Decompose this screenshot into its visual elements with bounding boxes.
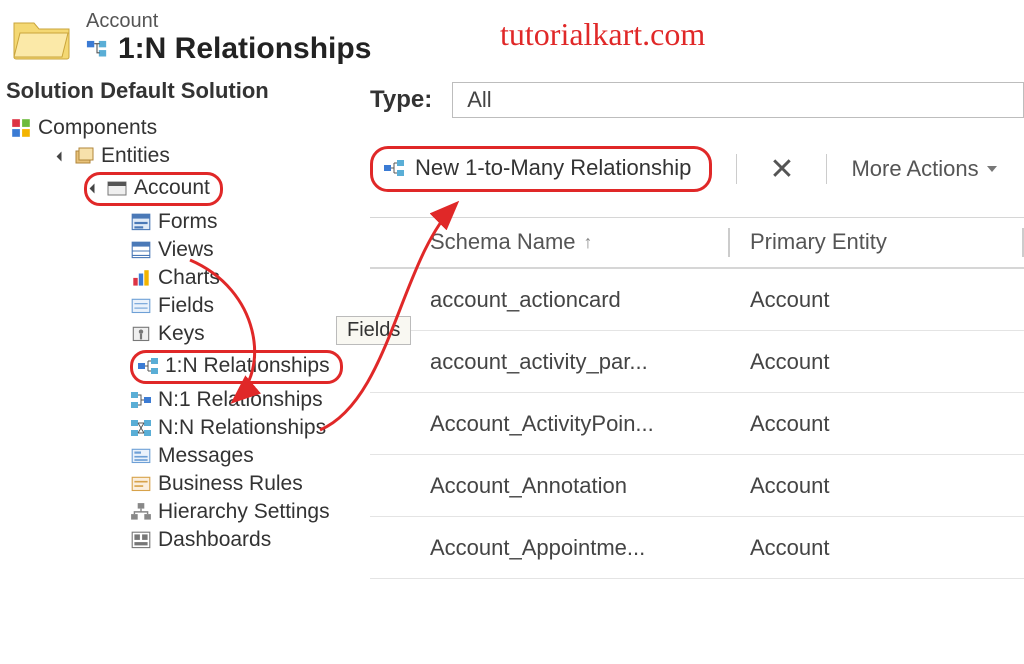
tree-label: N:1 Relationships [158, 388, 323, 412]
type-select-value: All [467, 87, 491, 113]
caret-expanded-icon [90, 183, 100, 193]
tree-node-nn-relationships[interactable]: N:N Relationships [130, 414, 360, 442]
cell-schema-name: account_activity_par... [430, 349, 730, 375]
fields-icon [130, 296, 152, 316]
solution-explorer: Solution Default Solution Components Ent… [0, 66, 360, 650]
dashboards-icon [130, 530, 152, 550]
more-actions-label: More Actions [851, 156, 978, 182]
table-row[interactable]: Account_AnnotationAccount [370, 455, 1024, 517]
tree-node-components[interactable]: Components [10, 114, 360, 142]
tree-node-entities[interactable]: Entities [58, 142, 360, 170]
table-row[interactable]: account_activity_par...Account [370, 331, 1024, 393]
business-rules-icon [130, 474, 152, 494]
tree-label: Forms [158, 210, 218, 234]
hierarchy-icon [130, 502, 152, 522]
table-row[interactable]: account_actioncardAccount [370, 269, 1024, 331]
tree-label: Dashboards [158, 528, 271, 552]
messages-icon [130, 446, 152, 466]
one-to-many-icon [137, 356, 159, 376]
highlight-1n-relationships: 1:N Relationships [130, 350, 343, 384]
cell-primary-entity: Account [730, 473, 1024, 499]
toolbar: New 1-to-Many Relationship ✕ More Action… [370, 146, 1024, 217]
tree-node-messages[interactable]: Messages [130, 442, 360, 470]
keys-icon [130, 324, 152, 344]
components-icon [10, 118, 32, 138]
tree-label: Account [134, 176, 210, 200]
main-panel: Type: All New 1-to-Many Relationship ✕ M… [360, 66, 1024, 650]
tree-node-account[interactable]: Account [84, 170, 360, 208]
tree: Components Entities Account [0, 114, 360, 554]
column-label: Primary Entity [750, 229, 887, 255]
tree-label: Charts [158, 266, 220, 290]
tree-node-1n-relationships[interactable]: 1:N Relationships [130, 348, 360, 386]
more-actions-menu[interactable]: More Actions [851, 156, 996, 182]
folder-icon [12, 15, 72, 61]
table-row[interactable]: Account_ActivityPoin...Account [370, 393, 1024, 455]
caret-expanded-icon [57, 151, 67, 161]
tree-label: Fields [158, 294, 214, 318]
cell-schema-name: Account_Annotation [430, 473, 730, 499]
highlight-account: Account [84, 172, 223, 206]
relationship-icon [86, 39, 108, 59]
many-to-many-icon [130, 418, 152, 438]
forms-icon [130, 212, 152, 232]
cell-primary-entity: Account [730, 411, 1024, 437]
tree-node-charts[interactable]: Charts [130, 264, 360, 292]
toolbar-separator [736, 154, 737, 184]
cell-primary-entity: Account [730, 535, 1024, 561]
tree-node-dashboards[interactable]: Dashboards [130, 526, 360, 554]
tree-node-forms[interactable]: Forms [130, 208, 360, 236]
entity-icon [106, 178, 128, 198]
tree-label: Messages [158, 444, 254, 468]
table-row[interactable]: Account_Appointme...Account [370, 517, 1024, 579]
type-select[interactable]: All [452, 82, 1024, 118]
watermark-text: tutorialkart.com [500, 16, 705, 53]
tree-label: Views [158, 238, 214, 262]
tree-node-hierarchy[interactable]: Hierarchy Settings [130, 498, 360, 526]
entities-icon [73, 146, 95, 166]
sort-ascending-icon: ↑ [584, 232, 593, 253]
grid-body: account_actioncardAccountaccount_activit… [370, 269, 1024, 579]
page-title: 1:N Relationships [118, 32, 371, 66]
cell-schema-name: account_actioncard [430, 287, 730, 313]
tree-label: Keys [158, 322, 205, 346]
type-label: Type: [370, 86, 432, 114]
tree-label: Hierarchy Settings [158, 500, 330, 524]
tree-node-views[interactable]: Views [130, 236, 360, 264]
column-schema-name[interactable]: Schema Name ↑ [430, 228, 730, 257]
cell-primary-entity: Account [730, 349, 1024, 375]
one-to-many-icon [383, 158, 405, 178]
cell-primary-entity: Account [730, 287, 1024, 313]
tree-label: Entities [101, 144, 170, 168]
tree-node-n1-relationships[interactable]: N:1 Relationships [130, 386, 360, 414]
entity-label: Account [86, 10, 371, 32]
toolbar-separator [826, 154, 827, 184]
tooltip-fields: Fields [336, 316, 411, 345]
charts-icon [130, 268, 152, 288]
column-label: Schema Name [430, 229, 576, 255]
tree-label: Components [38, 116, 157, 140]
type-filter-row: Type: All [370, 82, 1024, 118]
new-relationship-label: New 1-to-Many Relationship [415, 155, 691, 181]
cell-schema-name: Account_ActivityPoin... [430, 411, 730, 437]
grid-header: Schema Name ↑ Primary Entity [370, 217, 1024, 269]
chevron-down-icon [987, 166, 997, 172]
tree-label: Business Rules [158, 472, 303, 496]
many-to-one-icon [130, 390, 152, 410]
column-primary-entity[interactable]: Primary Entity [730, 228, 1024, 257]
tree-node-keys[interactable]: Keys Fields [130, 320, 360, 348]
new-relationship-button[interactable]: New 1-to-Many Relationship [370, 146, 712, 192]
tree-label: 1:N Relationships [165, 354, 330, 378]
solution-title: Solution Default Solution [0, 72, 360, 114]
delete-button[interactable]: ✕ [761, 152, 802, 187]
tree-node-business-rules[interactable]: Business Rules [130, 470, 360, 498]
views-icon [130, 240, 152, 260]
tree-label: N:N Relationships [158, 416, 326, 440]
cell-schema-name: Account_Appointme... [430, 535, 730, 561]
tree-node-fields[interactable]: Fields [130, 292, 360, 320]
